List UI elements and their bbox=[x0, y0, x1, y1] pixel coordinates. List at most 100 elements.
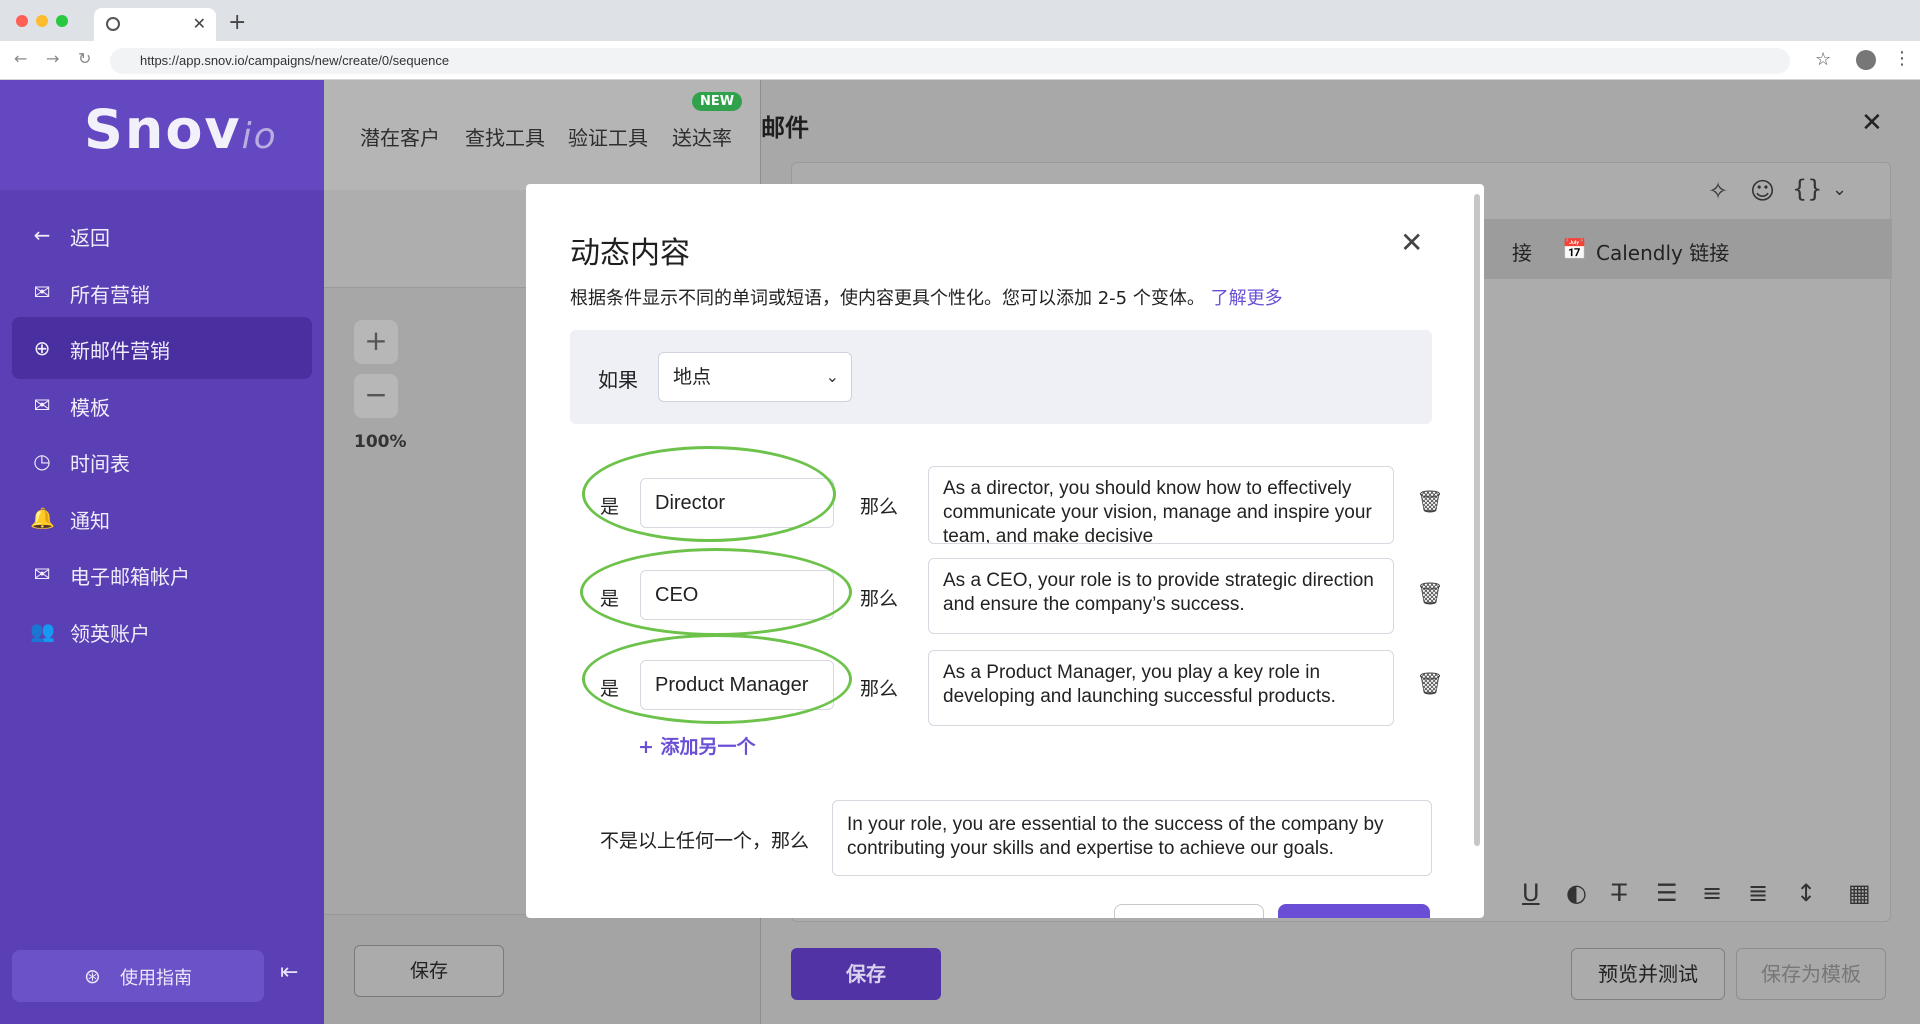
mail-account-icon: ✉ bbox=[33, 562, 51, 586]
magic-wand-icon[interactable]: ✧ bbox=[1708, 177, 1728, 205]
sidebar-item[interactable]: ⊕ 新邮件营销 bbox=[12, 317, 312, 379]
learn-more-link[interactable]: 了解更多 bbox=[1211, 288, 1283, 309]
top-nav: 潜在客户 查找工具 验证工具 送达率 NEW bbox=[324, 80, 760, 190]
sidebar-item[interactable]: ◷ 时间表 bbox=[12, 430, 312, 492]
snovio-logo[interactable]: Snovio bbox=[84, 98, 278, 161]
bullet-list-icon[interactable]: ☰ bbox=[1656, 879, 1678, 907]
email-save-button[interactable]: 保存 bbox=[791, 948, 941, 1000]
underline-icon[interactable]: U bbox=[1522, 879, 1540, 907]
nav-verifier[interactable]: 验证工具 bbox=[568, 122, 648, 151]
window-maximize-dot[interactable] bbox=[56, 15, 68, 27]
forward-arrow-icon[interactable]: → bbox=[46, 49, 59, 68]
sidebar-item-label: 电子邮箱帐户 bbox=[70, 565, 190, 589]
back-arrow-icon[interactable]: ← bbox=[14, 49, 27, 68]
trash-icon[interactable]: 🗑 bbox=[1416, 582, 1444, 607]
nav-finder[interactable]: 查找工具 bbox=[465, 122, 545, 151]
condition-field-select[interactable]: 地点 ⌄ bbox=[658, 352, 852, 402]
calendly-link[interactable]: Calendly 链接 bbox=[1596, 237, 1729, 266]
table-icon[interactable]: ▦ bbox=[1848, 879, 1871, 907]
bookmark-star-icon[interactable]: ☆ bbox=[1815, 49, 1831, 70]
trash-icon[interactable]: 🗑 bbox=[1416, 672, 1444, 697]
window-minimize-dot[interactable] bbox=[36, 15, 48, 27]
else-label: 不是以上任何一个，那么 bbox=[600, 830, 810, 852]
sidebar-item-label: 所有营销 bbox=[70, 282, 150, 307]
if-label: 如果 bbox=[598, 368, 638, 392]
else-text-input[interactable]: In your role, you are essential to the s… bbox=[832, 800, 1432, 876]
link-fragment[interactable]: 接 bbox=[1512, 237, 1532, 266]
sidebar-item[interactable]: ✉ 电子邮箱帐户 bbox=[12, 543, 312, 605]
email-panel-title: 邮件 bbox=[761, 114, 809, 142]
save-as-template-button[interactable]: 保存为模板 bbox=[1736, 948, 1886, 1000]
modal-title: 动态内容 bbox=[570, 236, 690, 271]
sidebar-item-label: 时间表 bbox=[70, 452, 130, 476]
collapse-sidebar-icon[interactable]: ⇤ bbox=[280, 960, 298, 985]
tab-close-icon[interactable]: ✕ bbox=[193, 14, 206, 33]
clock-icon: ◷ bbox=[33, 449, 51, 473]
numbered-list-icon[interactable]: ≡ bbox=[1702, 879, 1722, 907]
chevron-down-icon[interactable]: ⌄ bbox=[1832, 179, 1847, 200]
sidebar-item[interactable]: ← 返回 bbox=[12, 204, 312, 266]
save-sequence-button[interactable]: 保存 bbox=[354, 945, 504, 997]
variant-text-input[interactable]: As a CEO, your role is to provide strate… bbox=[928, 558, 1394, 634]
browser-tab[interactable]: ✕ bbox=[94, 8, 216, 41]
variant-value-input[interactable]: Product Manager bbox=[640, 660, 834, 710]
guide-label: 使用指南 bbox=[120, 968, 192, 989]
modal-description: 根据条件显示不同的单词或短语，使内容更具个性化。您可以添加 2-5 个变体。 了… bbox=[570, 288, 1283, 309]
plus-circle-icon: ⊕ bbox=[33, 336, 51, 360]
sidebar-item[interactable]: ✉ 模板 bbox=[12, 374, 312, 436]
zoom-out-button[interactable]: − bbox=[354, 374, 398, 418]
variant-text-input[interactable]: As a Product Manager, you play a key rol… bbox=[928, 650, 1394, 726]
sidebar-item[interactable]: ✉ 所有营销 bbox=[12, 261, 312, 323]
sidebar: Snovio ← 返回 ✉ 所有营销 ⊕ 新邮件营销 ✉ 模板 ◷ 时间表 🔔 通知 ✉ 电子邮箱帐户 👥 领… bbox=[0, 80, 324, 1024]
add-another-button[interactable]: + 添加另一个 bbox=[638, 732, 756, 759]
nav-deliverability[interactable]: 送达率 bbox=[672, 122, 732, 151]
mail-template-icon: ✉ bbox=[33, 392, 51, 417]
chevron-down-icon: ⌄ bbox=[825, 367, 839, 386]
preview-test-button[interactable]: 预览并测试 bbox=[1571, 948, 1725, 1000]
variant-value-input[interactable]: Director bbox=[640, 478, 834, 528]
arrow-left-icon: ← bbox=[33, 223, 51, 247]
then-label: 那么 bbox=[860, 678, 899, 700]
clear-format-icon[interactable]: T̶ bbox=[1612, 879, 1627, 907]
zoom-in-button[interactable]: + bbox=[354, 320, 398, 364]
browser-menu-icon[interactable]: ⋮ bbox=[1893, 48, 1911, 69]
chrome-favicon-icon bbox=[106, 17, 120, 31]
trash-icon[interactable]: 🗑 bbox=[1416, 490, 1444, 515]
variables-braces-icon[interactable]: {} bbox=[1792, 175, 1823, 203]
url-field[interactable]: https://app.snov.io/campaigns/new/create… bbox=[110, 48, 1790, 74]
zoom-level: 100% bbox=[354, 432, 407, 452]
bell-icon: 🔔 bbox=[30, 505, 55, 530]
variant-text-input[interactable]: As a director, you should know how to ef… bbox=[928, 466, 1394, 544]
emoji-icon[interactable]: ☺ bbox=[1750, 177, 1775, 205]
modal-close-icon[interactable]: ✕ bbox=[1400, 226, 1423, 259]
modal-scrollbar[interactable] bbox=[1474, 194, 1480, 846]
nav-leads[interactable]: 潜在客户 bbox=[360, 122, 440, 151]
palette-icon[interactable]: ◐ bbox=[1566, 879, 1587, 907]
modal-apply-button[interactable] bbox=[1278, 904, 1430, 918]
lifebuoy-icon: ⊛ bbox=[84, 964, 101, 988]
sidebar-item-label: 模板 bbox=[70, 395, 110, 420]
dynamic-content-modal: 动态内容 ✕ 根据条件显示不同的单词或短语，使内容更具个性化。您可以添加 2-5… bbox=[526, 184, 1484, 918]
browser-tab-bar: ✕ + bbox=[0, 0, 1920, 41]
window-close-dot[interactable] bbox=[16, 15, 28, 27]
reload-icon[interactable]: ↻ bbox=[78, 49, 91, 68]
sidebar-item-label: 领英账户 bbox=[70, 621, 150, 646]
sidebar-item[interactable]: 🔔 通知 bbox=[12, 487, 312, 549]
new-tab-icon[interactable]: + bbox=[228, 10, 246, 35]
guide-button[interactable]: ⊛ 使用指南 bbox=[12, 950, 264, 1002]
line-height-icon[interactable]: ↕ bbox=[1796, 879, 1816, 907]
sidebar-item-label: 返回 bbox=[70, 226, 110, 250]
is-label: 是 bbox=[600, 496, 620, 518]
condition-box: 如果 地点 ⌄ bbox=[570, 330, 1432, 424]
modal-cancel-button[interactable] bbox=[1114, 904, 1264, 918]
sidebar-item[interactable]: 👥 领英账户 bbox=[12, 600, 312, 662]
variant-value-input[interactable]: CEO bbox=[640, 570, 834, 620]
address-bar: ← → ↻ https://app.snov.io/campaigns/new/… bbox=[0, 41, 1920, 80]
is-label: 是 bbox=[600, 678, 620, 700]
align-icon[interactable]: ≣ bbox=[1748, 879, 1768, 907]
profile-avatar-icon[interactable] bbox=[1856, 50, 1876, 70]
sidebar-item-label: 新邮件营销 bbox=[70, 339, 170, 363]
calendar-icon: 📅 bbox=[1562, 237, 1587, 261]
users-icon: 👥 bbox=[30, 618, 55, 643]
close-panel-icon[interactable]: ✕ bbox=[1861, 108, 1883, 138]
